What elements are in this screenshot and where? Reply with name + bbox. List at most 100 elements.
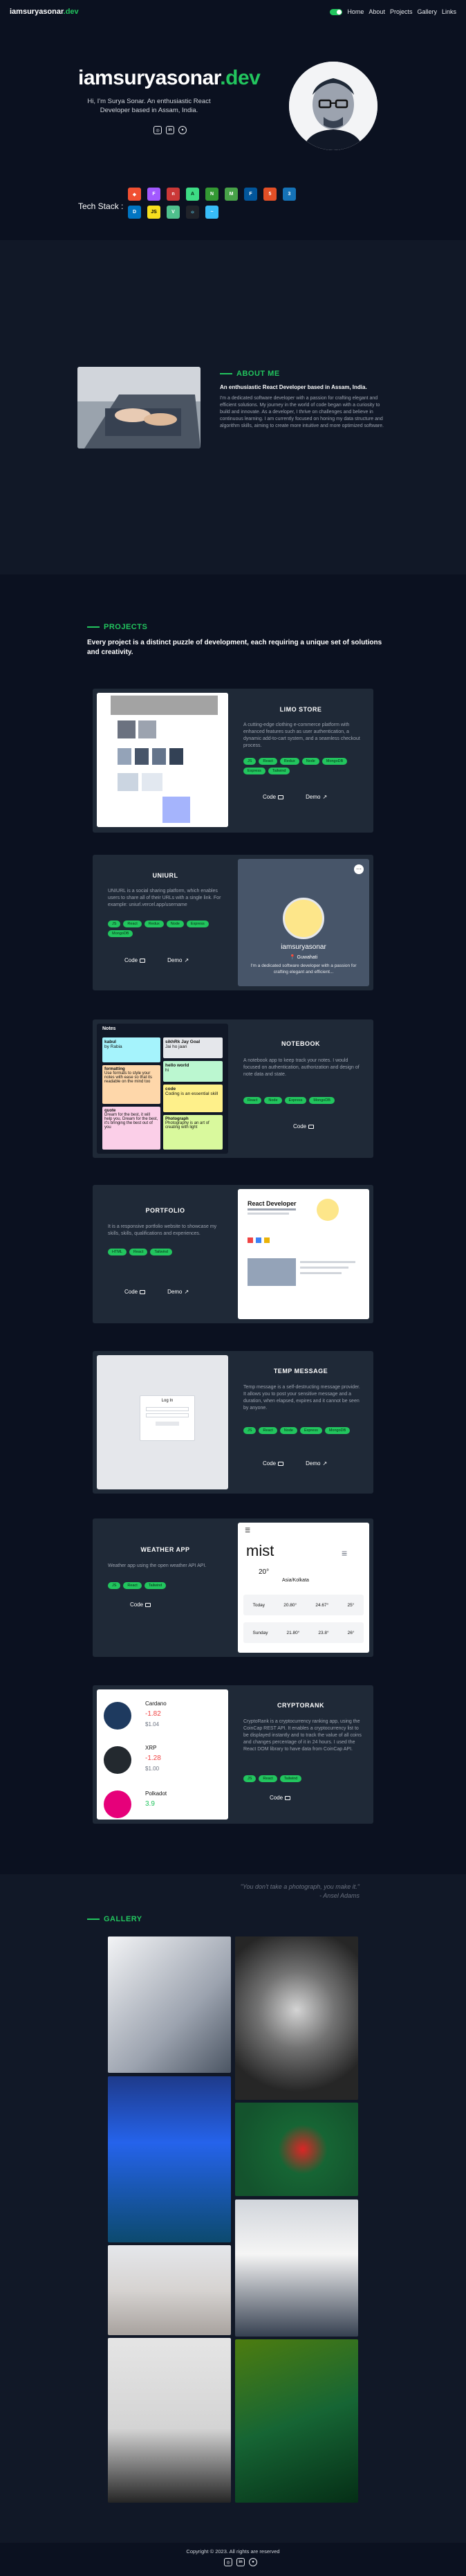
project-buttons: Code Demo ↗ [263,1460,327,1467]
project-buttons: Code Demo ↗ [124,957,189,963]
project-card-cryptorank: Cardano -1.82 $1.04 XRP -1.28 $1.00 Polk… [93,1685,373,1824]
tag: Express [186,920,209,927]
tag: React [243,1097,262,1104]
instagram-icon[interactable]: ◎ [224,2558,232,2566]
nav-link-home[interactable]: Home [347,8,364,15]
tag: MongoDB [108,930,133,937]
login-submit-button[interactable] [156,1422,179,1426]
forecast-value: 21.80° [286,1630,300,1635]
weather-condition: mist [246,1542,274,1559]
tag: Express [243,768,265,774]
tag: JS [243,1427,257,1434]
tag: React [259,1427,277,1434]
about-laptop-image [77,367,201,448]
tag: Express [284,1097,307,1104]
external-link-icon: ↗ [184,957,189,963]
code-label: Code [130,1602,144,1608]
code-button[interactable]: Code [263,1460,284,1467]
tag: Redux [144,920,164,927]
nav-link-projects[interactable]: Projects [390,8,413,15]
login-password-field[interactable] [146,1413,189,1417]
tag: JS [108,1582,121,1589]
nav-link-links[interactable]: Links [442,8,456,15]
demo-button[interactable]: Demo ↗ [306,794,327,800]
note-body: Jai ho jaan [165,1044,187,1049]
login-title: Log In [161,1399,174,1403]
linkedin-icon[interactable]: in [166,126,174,134]
external-link-icon: ↗ [322,1460,328,1467]
project-description: It is a responsive portfolio website to … [108,1224,217,1236]
profile-avatar [289,62,378,150]
uniurl-location: 📍 Guwahati [238,954,369,960]
code-label: Code [270,1795,283,1801]
gallery-image-beach-bag[interactable] [108,2245,231,2335]
project-title: LIMO STORE [279,706,322,713]
share-icon[interactable]: ⋯ [354,864,364,874]
quote-author: - Ansel Adams [319,1892,360,1899]
gallery-image-child-portrait[interactable] [235,1936,358,2100]
code-label: Code [124,1289,138,1295]
footer-copyright: Copyright © 2023. All rights are reserve… [186,2548,280,2555]
code-label: Code [124,957,138,963]
note-body: Photography is an art of creating with l… [165,1121,209,1130]
code-button[interactable]: Code [130,1602,151,1608]
page: iamsuryasonar.dev Home About Projects Ga… [0,0,466,2576]
tag: JS [243,1775,257,1782]
tag: JS [243,758,257,765]
uniurl-screenshot: ⋯ iamsuryasonar 📍 Guwahati I'm a dedicat… [238,859,369,986]
tag: MongoDB [321,758,348,765]
coin-change: -1.82 [145,1710,161,1718]
note-title: sikhRk Jay Goal [165,1040,201,1044]
demo-button[interactable]: Demo ↗ [167,1289,189,1295]
dart-icon: D [128,206,141,219]
code-button[interactable]: Code [293,1123,315,1130]
theme-toggle[interactable] [330,8,343,15]
gallery-image-red-flower[interactable] [235,2103,358,2196]
html5-icon: 5 [263,188,277,201]
gallery-image-blue-trees[interactable] [108,2076,231,2242]
code-button[interactable]: Code [124,1289,146,1295]
code-icon [278,1461,284,1466]
linkedin-icon[interactable]: in [236,2558,245,2566]
navbar: iamsuryasonar.dev Home About Projects Ga… [0,0,466,24]
tech-stack-label: Tech Stack : [78,201,124,211]
forecast-value: 26° [347,1630,355,1635]
npm-icon: n [167,188,180,201]
nav-link-gallery[interactable]: Gallery [417,8,437,15]
project-title: PORTFOLIO [145,1207,185,1214]
tag: React [259,758,277,765]
demo-button[interactable]: Demo ↗ [306,1460,327,1467]
code-button[interactable]: Code [124,957,146,963]
notebook-screenshot: Notes kabul by Rabia sikhRk Jay Goal Jai h… [97,1024,228,1154]
code-button[interactable]: Code [263,794,284,800]
coin-change: 3.9 [145,1800,155,1808]
note-body: by Rabia [104,1044,122,1049]
code-label: Code [263,794,277,800]
project-buttons: Code [130,1602,151,1608]
code-icon [140,958,146,963]
code-button[interactable]: Code [270,1795,291,1801]
nav-link-about[interactable]: About [369,8,385,15]
login-username-field[interactable] [146,1407,189,1411]
gallery-image-couple-silhouette[interactable] [108,2338,231,2503]
project-card-limo-store: LIMO STORE A cutting-edge clothing e-com… [93,689,373,833]
project-tags: JS React Redux Node Express MongoDB [108,920,227,937]
demo-button[interactable]: Demo ↗ [167,957,189,963]
gallery-image-green-leaves[interactable] [235,2339,358,2503]
github-icon[interactable]: ● [249,2558,257,2566]
android-icon: A [186,188,199,201]
gallery-image-keyboard[interactable] [108,1936,231,2073]
tag: Tailwind [268,768,290,774]
brand-logo[interactable]: iamsuryasonar.dev [10,8,79,16]
instagram-icon[interactable]: ◎ [153,126,162,134]
tag: Express [299,1427,322,1434]
project-tags: JS React Node Express MongoDB [243,1427,362,1434]
about-heading-text: ABOUT ME [236,370,280,378]
project-title: TEMP MESSAGE [273,1368,328,1375]
gallery-image-sunset-lake[interactable] [235,2199,358,2337]
note-card: hello world hi [163,1061,223,1082]
github-icon[interactable]: ● [178,126,187,134]
menu-icon[interactable]: ☰ [245,1527,250,1534]
cryptorank-screenshot: Cardano -1.82 $1.04 XRP -1.28 $1.00 Polk… [97,1689,228,1820]
hero-subtitle: Hi, I'm Surya Sonar. An enthusiastic Rea… [87,98,211,114]
